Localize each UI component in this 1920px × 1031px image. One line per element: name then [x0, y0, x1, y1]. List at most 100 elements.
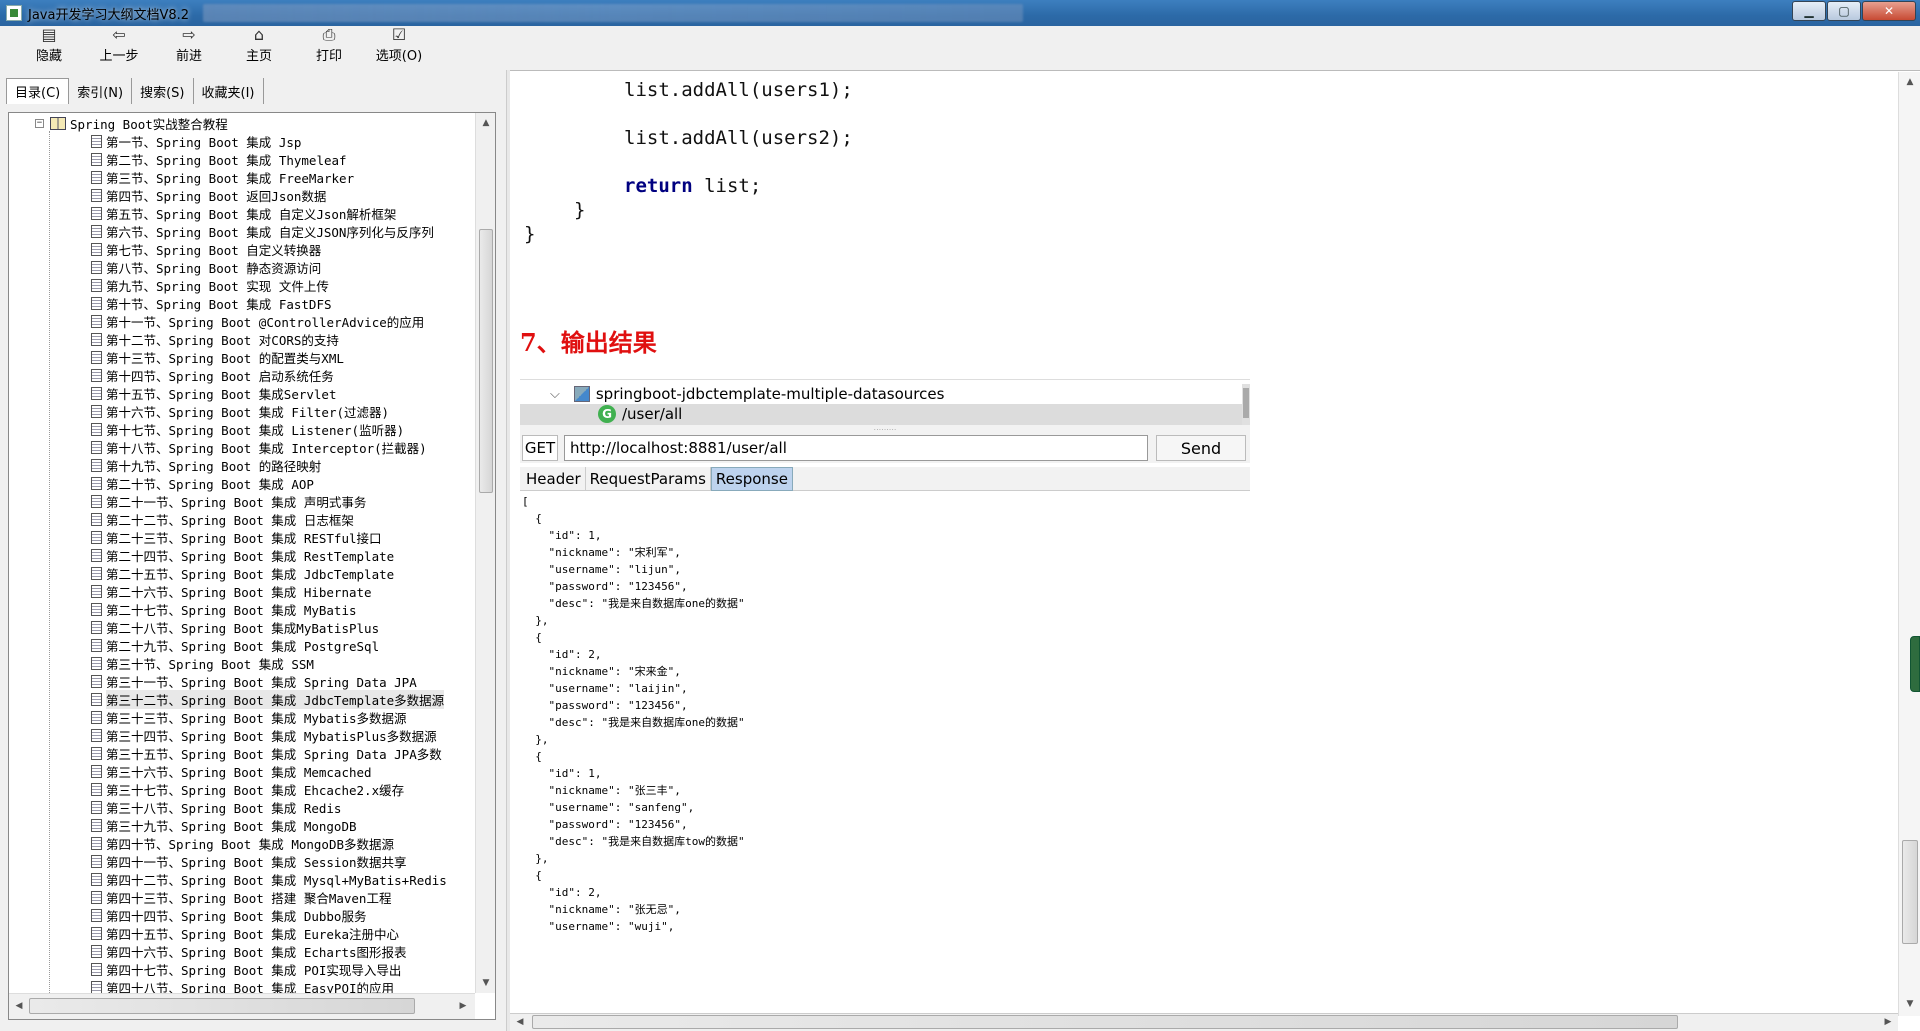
- nav-tab-3[interactable]: 收藏夹(I): [194, 78, 264, 104]
- tree-hscroll-thumb[interactable]: [29, 998, 415, 1014]
- tree-item[interactable]: 第二十九节、Spring Boot 集成 PostgreSql: [91, 636, 447, 654]
- tree-scroll-thumb[interactable]: [479, 229, 493, 493]
- tree-item[interactable]: 第十二节、Spring Boot 对CORS的支持: [91, 330, 447, 348]
- tree-item[interactable]: 第三十节、Spring Boot 集成 SSM: [91, 654, 447, 672]
- response-line: "id": 2,: [522, 886, 602, 899]
- resize-grip[interactable]: .........: [520, 424, 1250, 433]
- content-scroll-up-arrow-icon[interactable]: ▲: [1902, 74, 1918, 90]
- tree-item[interactable]: 第四十七节、Spring Boot 集成 POI实现导入导出: [91, 960, 447, 978]
- tree-item[interactable]: 第二十五节、Spring Boot 集成 JdbcTemplate: [91, 564, 447, 582]
- response-body: [ { "id": 1, "nickname": "宋利军", "usernam…: [520, 493, 1250, 939]
- scroll-down-arrow-icon[interactable]: ▼: [478, 975, 494, 991]
- tree-item[interactable]: 第二十三节、Spring Boot 集成 RESTful接口: [91, 528, 447, 546]
- tree-item[interactable]: 第二十六节、Spring Boot 集成 Hibernate: [91, 582, 447, 600]
- maximize-button[interactable]: ▢: [1827, 1, 1861, 21]
- content-scroll-down-arrow-icon[interactable]: ▼: [1902, 996, 1918, 1012]
- content-scroll-thumb[interactable]: [1902, 840, 1918, 944]
- nav-tab-2[interactable]: 搜索(S): [132, 78, 194, 104]
- tree-item[interactable]: 第十四节、Spring Boot 启动系统任务: [91, 366, 447, 384]
- tree-item[interactable]: 第十一节、Spring Boot @ControllerAdvice的应用: [91, 312, 447, 330]
- scroll-right-arrow-icon[interactable]: ▶: [455, 998, 471, 1014]
- tree-item[interactable]: 第十七节、Spring Boot 集成 Listener(监听器): [91, 420, 447, 438]
- tree-item[interactable]: 第七节、Spring Boot 自定义转换器: [91, 240, 447, 258]
- response-line: "username": "laijin",: [522, 682, 688, 695]
- request-tab-response[interactable]: Response: [710, 467, 793, 491]
- tree-item[interactable]: 第十三节、Spring Boot 的配置类与XML: [91, 348, 447, 366]
- tree-item[interactable]: 第五节、Spring Boot 集成 自定义Json解析框架: [91, 204, 447, 222]
- tree-item[interactable]: 第二十一节、Spring Boot 集成 声明式事务: [91, 492, 447, 510]
- contents-tree-panel: − Spring Boot实战整合教程 第一节、Spring Boot 集成 J…: [8, 112, 496, 1020]
- toolbar-button-4[interactable]: ⎙ 打印: [294, 26, 364, 68]
- tree-item[interactable]: 第十六节、Spring Boot 集成 Filter(过滤器): [91, 402, 447, 420]
- tree-item[interactable]: 第十九节、Spring Boot 的路径映射: [91, 456, 447, 474]
- nav-tab-0[interactable]: 目录(C): [6, 78, 70, 104]
- collapse-icon[interactable]: −: [35, 118, 44, 128]
- tree-item[interactable]: 第四十一节、Spring Boot 集成 Session数据共享: [91, 852, 447, 870]
- toolbar-button-0[interactable]: ▤ 隐藏: [14, 26, 84, 68]
- chevron-down-icon[interactable]: ⌵: [550, 387, 560, 402]
- scroll-left-arrow-icon[interactable]: ◀: [11, 998, 27, 1014]
- content-hscroll-thumb[interactable]: [532, 1015, 1678, 1029]
- content-horizontal-scrollbar[interactable]: ◀ ▶: [510, 1013, 1898, 1031]
- tree-item[interactable]: 第三十六节、Spring Boot 集成 Memcached: [91, 762, 447, 780]
- side-dock-handle[interactable]: [1910, 636, 1920, 692]
- response-line: {: [522, 869, 542, 882]
- toolbar-button-5[interactable]: ☑ 选项(O): [364, 26, 434, 68]
- tree-item[interactable]: 第四十四节、Spring Boot 集成 Dubbo服务: [91, 906, 447, 924]
- tree-item[interactable]: 第四节、Spring Boot 返回Json数据: [91, 186, 447, 204]
- tree-item[interactable]: 第六节、Spring Boot 集成 自定义JSON序列化与反序列: [91, 222, 447, 240]
- scroll-up-arrow-icon[interactable]: ▲: [478, 115, 494, 131]
- tree-item[interactable]: 第二十七节、Spring Boot 集成 MyBatis: [91, 600, 447, 618]
- tree-item[interactable]: 第三十二节、Spring Boot 集成 JdbcTemplate多数据源: [91, 689, 447, 709]
- tree-item[interactable]: 第四十节、Spring Boot 集成 MongoDB多数据源: [91, 834, 447, 852]
- tree-item[interactable]: 第二十四节、Spring Boot 集成 RestTemplate: [91, 546, 447, 564]
- tree-item[interactable]: 第十节、Spring Boot 集成 FastDFS: [91, 294, 447, 312]
- tree-item[interactable]: 第一节、Spring Boot 集成 Jsp: [91, 132, 447, 150]
- content-scroll-right-arrow-icon[interactable]: ▶: [1880, 1014, 1896, 1030]
- tree-item[interactable]: 第二十八节、Spring Boot 集成MyBatisPlus: [91, 618, 447, 636]
- tree-vertical-scrollbar[interactable]: ▲ ▼: [475, 113, 495, 993]
- tree-item[interactable]: 第四十二节、Spring Boot 集成 Mysql+MyBatis+Redis: [91, 870, 447, 888]
- tree-root-node[interactable]: − Spring Boot实战整合教程: [35, 114, 228, 132]
- nav-tab-1[interactable]: 索引(N): [69, 78, 133, 104]
- tree-item[interactable]: 第三十九节、Spring Boot 集成 MongoDB: [91, 816, 447, 834]
- module-icon: [573, 386, 590, 402]
- request-tab-header[interactable]: Header: [522, 467, 586, 491]
- document-page-icon: [91, 746, 102, 760]
- close-button[interactable]: ✕: [1862, 1, 1916, 21]
- tree-item[interactable]: 第三十五节、Spring Boot 集成 Spring Data JPA多数: [91, 744, 447, 762]
- http-method-select[interactable]: GET: [522, 435, 558, 461]
- tree-item[interactable]: 第三十七节、Spring Boot 集成 Ehcache2.x缓存: [91, 780, 447, 798]
- minimize-button[interactable]: ▁: [1792, 1, 1826, 21]
- tree-item[interactable]: 第三十三节、Spring Boot 集成 Mybatis多数据源: [91, 708, 447, 726]
- response-line: "username": "sanfeng",: [522, 801, 695, 814]
- tree-item[interactable]: 第九节、Spring Boot 实现 文件上传: [91, 276, 447, 294]
- tree-item[interactable]: 第四十五节、Spring Boot 集成 Eureka注册中心: [91, 924, 447, 942]
- tree-item[interactable]: 第四十六节、Spring Boot 集成 Echarts图形报表: [91, 942, 447, 960]
- content-scroll-left-arrow-icon[interactable]: ◀: [512, 1014, 528, 1030]
- tree-item[interactable]: 第八节、Spring Boot 静态资源访问: [91, 258, 447, 276]
- tree-item[interactable]: 第三十四节、Spring Boot 集成 MybatisPlus多数据源: [91, 726, 447, 744]
- tree-item[interactable]: 第四十八节、Spring Boot 集成 EasyPOI的应用: [91, 978, 447, 993]
- tree-item[interactable]: 第十五节、Spring Boot 集成Servlet: [91, 384, 447, 402]
- tree-item[interactable]: 第二十二节、Spring Boot 集成 日志框架: [91, 510, 447, 528]
- module-node[interactable]: ⌵ springboot-jdbctemplate-multiple-datas…: [550, 384, 944, 404]
- endpoint-tree-scrollbar[interactable]: [1242, 384, 1250, 426]
- url-input[interactable]: http://localhost:8881/user/all: [564, 435, 1148, 461]
- tree-item[interactable]: 第二十节、Spring Boot 集成 AOP: [91, 474, 447, 492]
- request-tab-requestparams[interactable]: RequestParams: [586, 467, 711, 491]
- content-vertical-scrollbar[interactable]: ▲ ▼: [1898, 72, 1920, 1016]
- tree-item[interactable]: 第三十八节、Spring Boot 集成 Redis: [91, 798, 447, 816]
- document-page-icon: [91, 188, 102, 202]
- tree-item[interactable]: 第三十一节、Spring Boot 集成 Spring Data JPA: [91, 672, 447, 690]
- toolbar-button-2[interactable]: ⇨ 前进: [154, 26, 224, 68]
- document-page-icon: [91, 314, 102, 328]
- toolbar-button-1[interactable]: ⇦ 上一步: [84, 26, 154, 68]
- toolbar-button-3[interactable]: ⌂ 主页: [224, 26, 294, 68]
- tree-item[interactable]: 第四十三节、Spring Boot 搭建 聚合Maven工程: [91, 888, 447, 906]
- send-button[interactable]: Send: [1156, 435, 1246, 461]
- tree-item[interactable]: 第二节、Spring Boot 集成 Thymeleaf: [91, 150, 447, 168]
- tree-item[interactable]: 第十八节、Spring Boot 集成 Interceptor(拦截器): [91, 438, 447, 456]
- tree-horizontal-scrollbar[interactable]: ◀ ▶: [9, 993, 475, 1019]
- tree-item[interactable]: 第三节、Spring Boot 集成 FreeMarker: [91, 168, 447, 186]
